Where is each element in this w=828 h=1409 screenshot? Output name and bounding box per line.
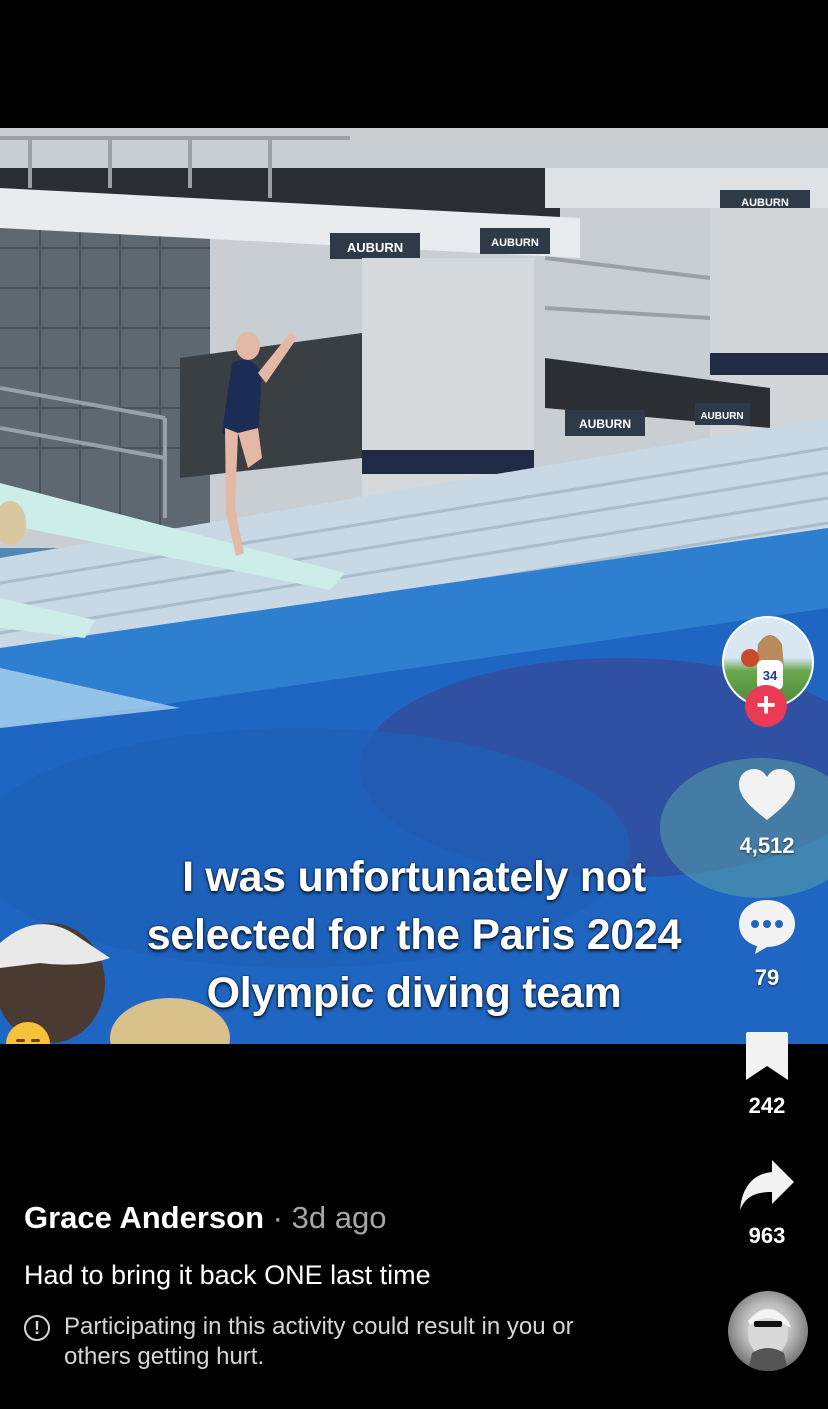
author-name[interactable]: Grace Anderson — [24, 1200, 264, 1235]
share-button[interactable]: 963 — [717, 1158, 817, 1249]
signage-auburn-5: AUBURN — [700, 411, 743, 422]
post-time: 3d ago — [291, 1200, 387, 1235]
video-player[interactable]: AUBURN AUBURN AUBURN AUBURN AUBURN I was… — [0, 128, 828, 1044]
signage-auburn-2: AUBURN — [491, 237, 539, 249]
comment-count: 79 — [754, 965, 780, 990]
pensive-face-emoji-icon — [6, 1022, 50, 1044]
caption-line-3: Olympic diving team — [0, 964, 828, 1044]
follow-button[interactable]: + — [745, 685, 787, 727]
like-button[interactable]: 4,512 — [717, 768, 817, 859]
signage-auburn-3: AUBURN — [741, 197, 789, 209]
sound-disc[interactable] — [728, 1291, 808, 1371]
separator-dot: · — [272, 1200, 283, 1235]
caption-line-2: selected for the Paris 2024 — [146, 911, 682, 959]
video-caption: I was unfortunately not selected for the… — [0, 848, 828, 1044]
caption-line-3-text: Olympic diving team — [206, 969, 622, 1017]
comment-button[interactable]: 79 — [717, 898, 817, 991]
save-count: 242 — [748, 1093, 786, 1118]
share-count: 963 — [748, 1223, 786, 1248]
share-arrow-icon — [740, 1160, 794, 1210]
bookmark-icon — [746, 1032, 788, 1080]
comment-bubble-icon — [739, 900, 795, 954]
like-count: 4,512 — [739, 833, 795, 858]
signage-auburn-1: AUBURN — [347, 240, 403, 255]
safety-warning[interactable]: ! Participating in this activity could r… — [24, 1312, 644, 1372]
signage-auburn-4: AUBURN — [579, 417, 631, 431]
sound-disc-artwork — [748, 1309, 791, 1371]
warning-info-icon: ! — [24, 1315, 50, 1341]
avatar-jersey-number: 34 — [763, 668, 778, 683]
post-author-line: Grace Anderson · 3d ago — [24, 1200, 386, 1236]
caption-line-1: I was unfortunately not — [182, 853, 646, 901]
post-description[interactable]: Had to bring it back ONE last time — [24, 1260, 431, 1291]
warning-text: Participating in this activity could res… — [64, 1313, 574, 1370]
heart-icon — [739, 769, 795, 820]
bookmark-button[interactable]: 242 — [717, 1030, 817, 1119]
